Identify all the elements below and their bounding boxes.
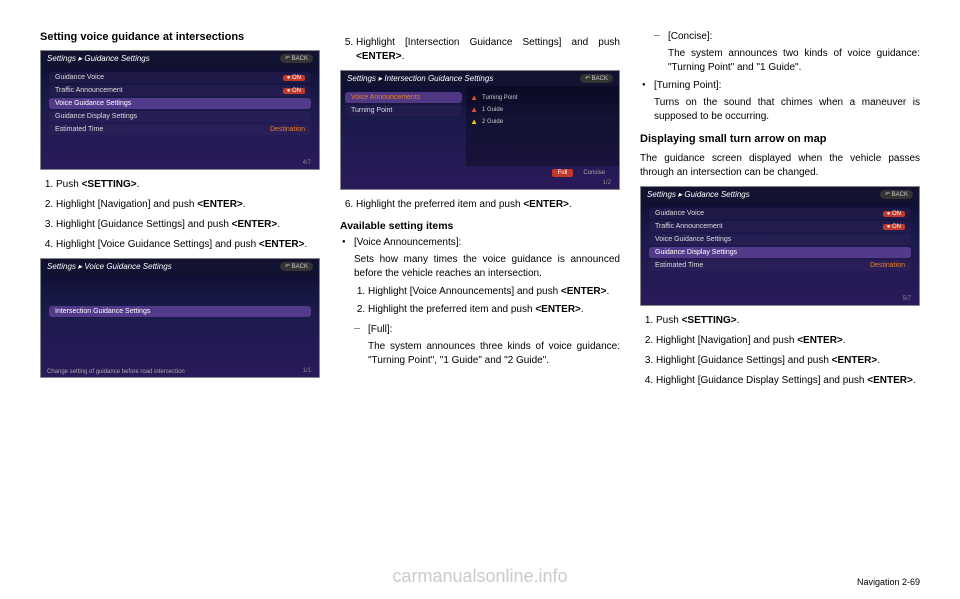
bullet-list-cont: [Turning Point]: Turns on the sound that… <box>640 79 920 124</box>
back-button: ↶ BACK <box>280 262 313 271</box>
step-6: Highlight the preferred item and push <E… <box>356 198 620 212</box>
menu-item-selected: Voice Guidance Settings <box>49 98 311 109</box>
bullet-desc: Turns on the sound that chimes when a ma… <box>654 96 920 124</box>
page-number: Navigation 2-69 <box>857 577 920 587</box>
bullet-voice-announcements: [Voice Announcements]: Sets how many tim… <box>340 236 620 368</box>
steps-list-2: Push <SETTING>. Highlight [Navigation] a… <box>640 314 920 388</box>
breadcrumb: Guidance Settings <box>84 54 149 63</box>
pager: 1/2 <box>603 180 611 186</box>
screenshot-header: Settings ▸ Intersection Guidance Setting… <box>341 71 619 86</box>
section-para: The guidance screen displayed when the v… <box>640 152 920 180</box>
guide-label: 2 Guide <box>482 119 503 125</box>
screen-title: Settings <box>47 54 76 63</box>
on-indicator: ● ON <box>883 211 905 217</box>
on-indicator: ● ON <box>283 75 305 81</box>
screenshot-header: Settings ▸ Guidance Settings ↶ BACK <box>641 187 919 202</box>
step-3b: Highlight [Guidance Settings] and push <… <box>656 354 920 368</box>
dash-list: [Full]: The system announces three kinds… <box>354 323 620 368</box>
sub-step-1: Highlight [Voice Announcements] and push… <box>368 285 620 299</box>
bullet-list: [Voice Announcements]: Sets how many tim… <box>340 236 620 368</box>
bullet-desc: Sets how many times the voice guidance i… <box>354 253 620 281</box>
dash-list-cont: [Concise]: The system announces two kind… <box>640 30 920 75</box>
pager: 5/7 <box>903 296 911 302</box>
menu-item-selected: Voice Announcements <box>345 92 462 103</box>
menu-list: Intersection Guidance Settings <box>41 274 319 323</box>
steps-continued: Highlight [Intersection Guidance Setting… <box>340 36 620 64</box>
guide-label: 1 Guide <box>482 107 503 113</box>
step-3: Highlight [Guidance Settings] and push <… <box>56 218 320 232</box>
screenshot-guidance-settings: Settings ▸ Guidance Settings ↶ BACK Guid… <box>40 50 320 170</box>
triangle-icon: ▲ <box>470 117 478 126</box>
dash-full: [Full]: The system announces three kinds… <box>354 323 620 368</box>
watermark: carmanualsonline.info <box>392 566 567 587</box>
bullet-turning-point: [Turning Point]: Turns on the sound that… <box>640 79 920 124</box>
column-2: Highlight [Intersection Guidance Setting… <box>340 30 620 394</box>
menu-list: Guidance Voice● ON Traffic Announcement●… <box>41 66 319 141</box>
screenshot-intersection-guidance: Settings ▸ Intersection Guidance Setting… <box>340 70 620 190</box>
dash-desc: The system announces two kinds of voice … <box>668 47 920 75</box>
menu-item: Traffic Announcement● ON <box>649 221 911 232</box>
step-2: Highlight [Navigation] and push <ENTER>. <box>56 198 320 212</box>
step-5: Highlight [Intersection Guidance Setting… <box>356 36 620 64</box>
dash-desc: The system announces three kinds of voic… <box>368 340 620 368</box>
menu-item: Traffic Announcement● ON <box>49 85 311 96</box>
back-button: ↶ BACK <box>280 54 313 63</box>
dash-concise: [Concise]: The system announces two kind… <box>654 30 920 75</box>
menu-item: Turning Point <box>345 105 462 116</box>
screen-title: Settings <box>47 262 76 271</box>
step-1: Push <SETTING>. <box>56 178 320 192</box>
hint-text: Change setting of guidance before road i… <box>47 369 185 375</box>
breadcrumb: Guidance Settings <box>684 190 749 199</box>
page-content: Setting voice guidance at intersections … <box>40 30 920 394</box>
section-heading-2: Displaying small turn arrow on map <box>640 132 920 146</box>
screenshot-header: Settings ▸ Voice Guidance Settings ↶ BAC… <box>41 259 319 274</box>
option-bar: Full Concise <box>349 169 611 177</box>
menu-item: Voice Guidance Settings <box>649 234 911 245</box>
column-1: Setting voice guidance at intersections … <box>40 30 320 394</box>
step-4b: Highlight [Guidance Display Settings] an… <box>656 374 920 388</box>
breadcrumb: Voice Guidance Settings <box>84 262 171 271</box>
section-heading: Setting voice guidance at intersections <box>40 30 320 44</box>
left-pane: Voice Announcements Turning Point <box>341 86 466 166</box>
menu-item: Guidance Voice● ON <box>49 72 311 83</box>
option-concise: Concise <box>577 169 611 177</box>
screen-title: Settings <box>347 74 376 83</box>
option-full: Full <box>552 169 574 177</box>
sub-step-2: Highlight the preferred item and push <E… <box>368 303 620 317</box>
step-4: Highlight [Voice Guidance Settings] and … <box>56 238 320 252</box>
sub-steps: Highlight [Voice Announcements] and push… <box>354 285 620 317</box>
step-2b: Highlight [Navigation] and push <ENTER>. <box>656 334 920 348</box>
triangle-icon: ▲ <box>470 105 478 114</box>
column-3: [Concise]: The system announces two kind… <box>640 30 920 394</box>
steps-continued-6: Highlight the preferred item and push <E… <box>340 198 620 212</box>
menu-item: Estimated TimeDestination <box>649 260 911 271</box>
breadcrumb: Intersection Guidance Settings <box>384 74 493 83</box>
pager: 4/7 <box>303 160 311 166</box>
pager: 1/1 <box>303 368 311 374</box>
guide-label: Turning Point <box>482 95 517 101</box>
menu-item: Estimated TimeDestination <box>49 124 311 135</box>
menu-list: Guidance Voice● ON Traffic Announcement●… <box>641 202 919 277</box>
steps-list-1: Push <SETTING>. Highlight [Navigation] a… <box>40 178 320 252</box>
available-items-heading: Available setting items <box>340 220 620 232</box>
screenshot-voice-guidance: Settings ▸ Voice Guidance Settings ↶ BAC… <box>40 258 320 378</box>
step-1b: Push <SETTING>. <box>656 314 920 328</box>
back-button: ↶ BACK <box>580 74 613 83</box>
screenshot-guidance-display: Settings ▸ Guidance Settings ↶ BACK Guid… <box>640 186 920 306</box>
on-indicator: ● ON <box>883 224 905 230</box>
on-indicator: ● ON <box>283 88 305 94</box>
back-button: ↶ BACK <box>880 190 913 199</box>
screenshot-header: Settings ▸ Guidance Settings ↶ BACK <box>41 51 319 66</box>
menu-item-selected: Intersection Guidance Settings <box>49 306 311 317</box>
screen-title: Settings <box>647 190 676 199</box>
menu-item-selected: Guidance Display Settings <box>649 247 911 258</box>
menu-item: Guidance Voice● ON <box>649 208 911 219</box>
menu-item: Guidance Display Settings <box>49 111 311 122</box>
right-pane: ▲ Turning Point ▲ 1 Guide ▲ 2 Guide <box>466 86 619 166</box>
triangle-icon: ▲ <box>470 93 478 102</box>
